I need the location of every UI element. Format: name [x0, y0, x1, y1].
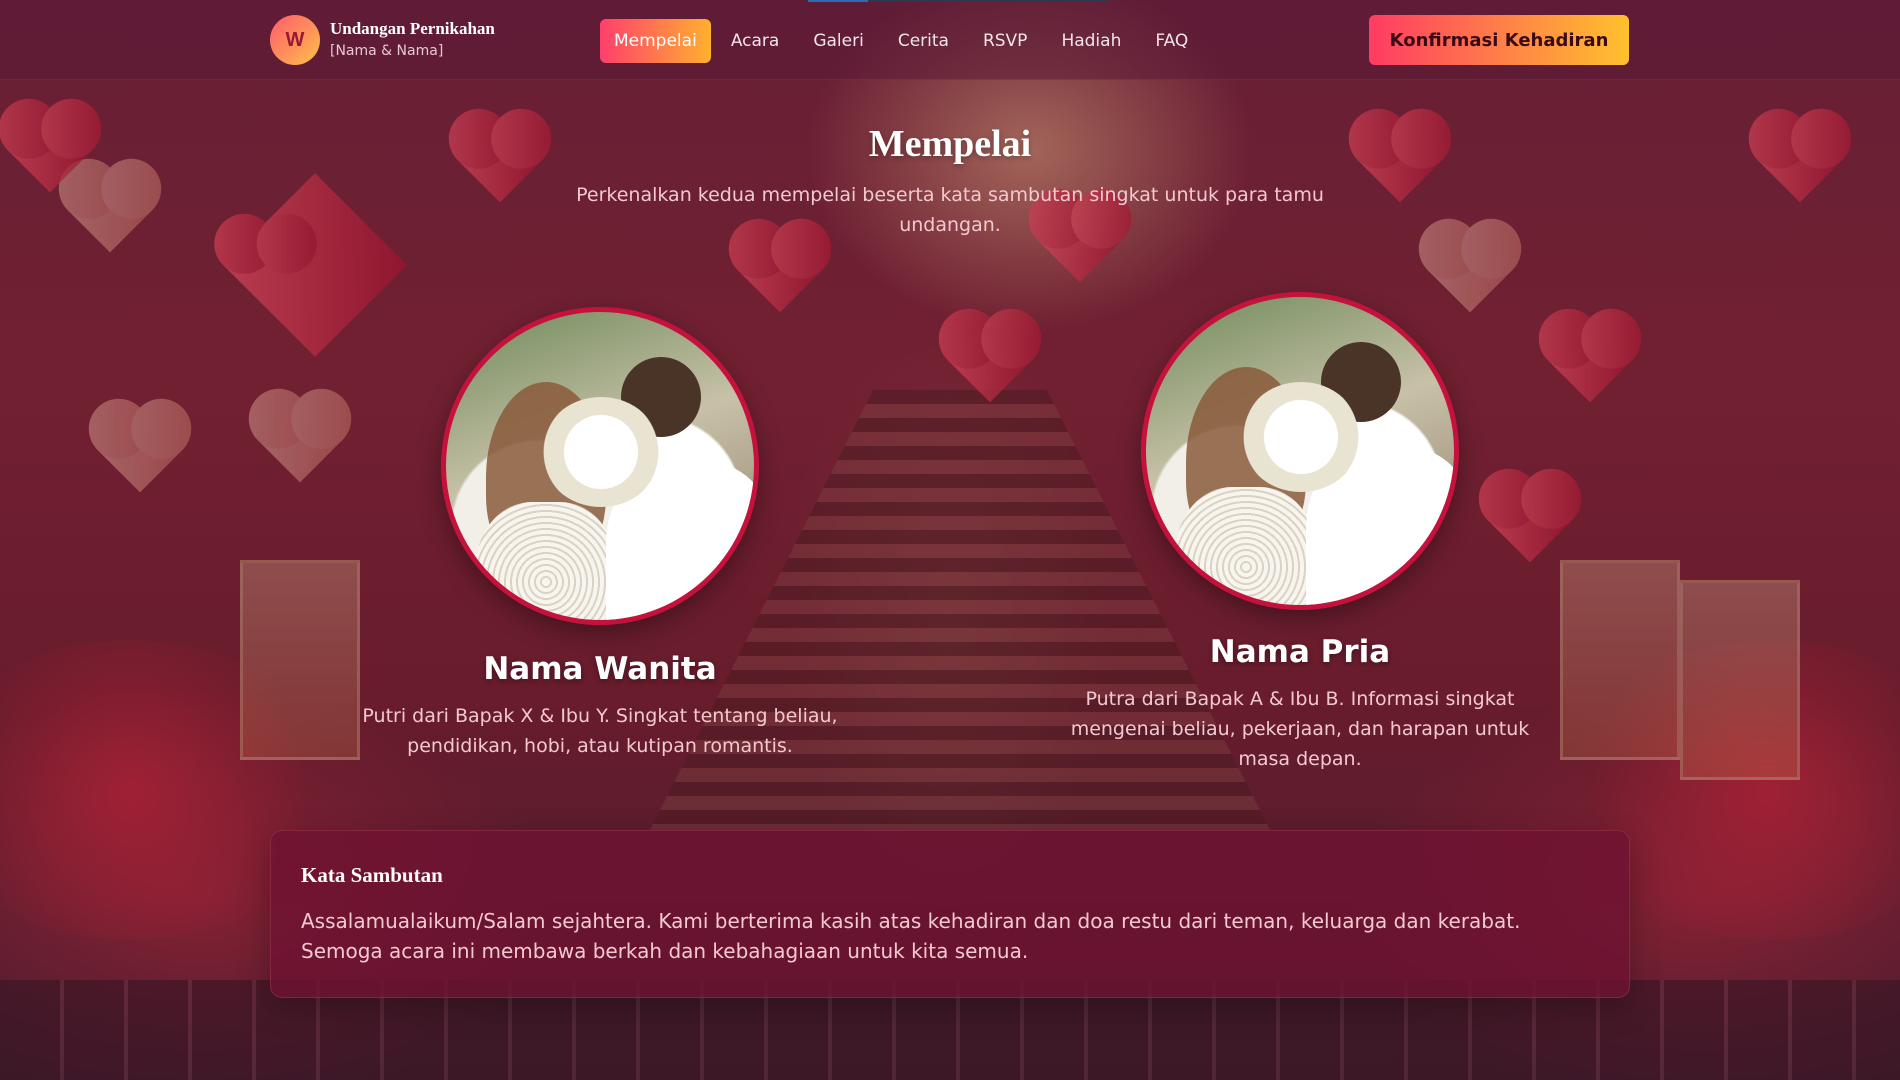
greeting-body: Assalamualaikum/Salam sejahtera. Kami be…	[301, 909, 1521, 963]
heart-balloon-decoration	[67, 167, 153, 253]
brand-logo-icon: W	[270, 15, 320, 65]
groom-profile: Nama Pria Putra dari Bapak A & Ibu B. In…	[1060, 292, 1540, 774]
greeting-card: Kata Sambutan Assalamualaikum/Salam seja…	[270, 830, 1630, 998]
lantern-decoration	[1680, 580, 1800, 780]
groom-name: Nama Pria	[1209, 634, 1391, 670]
brand[interactable]: W Undangan Pernikahan [Nama & Nama]	[270, 15, 495, 65]
greeting-title: Kata Sambutan	[301, 863, 443, 887]
bride-photo	[441, 307, 759, 625]
heart-balloon-decoration	[1547, 317, 1633, 403]
groom-photo	[1141, 292, 1459, 610]
bride-description: Putri dari Bapak X & Ibu Y. Singkat tent…	[362, 705, 838, 757]
bride-name: Nama Wanita	[483, 651, 717, 687]
scroll-progress-indicator	[808, 0, 1108, 2]
nav-item-mempelai[interactable]: Mempelai	[600, 19, 711, 63]
nav-item-faq[interactable]: FAQ	[1141, 19, 1202, 63]
heart-balloon-decoration	[257, 397, 343, 483]
heart-balloon-decoration	[97, 407, 183, 493]
heart-balloon-decoration	[947, 317, 1033, 403]
section-title: Mempelai	[868, 123, 1032, 165]
brand-title: Undangan Pernikahan	[330, 19, 495, 38]
brand-text: Undangan Pernikahan [Nama & Nama]	[330, 18, 495, 62]
heart-balloon-decoration	[737, 227, 823, 313]
nav-item-acara[interactable]: Acara	[717, 19, 794, 63]
groom-description: Putra dari Bapak A & Ibu B. Informasi si…	[1070, 688, 1530, 770]
nav-item-rsvp[interactable]: RSVP	[969, 19, 1041, 63]
nav-item-galeri[interactable]: Galeri	[799, 19, 878, 63]
brand-subtitle: [Nama & Nama]	[330, 43, 444, 59]
nav-item-cerita[interactable]: Cerita	[884, 19, 963, 63]
section-subtitle: Perkenalkan kedua mempelai beserta kata …	[576, 184, 1324, 236]
nav-item-hadiah[interactable]: Hadiah	[1047, 19, 1135, 63]
confirm-attendance-button[interactable]: Konfirmasi Kehadiran	[1369, 15, 1629, 65]
site-header: W Undangan Pernikahan [Nama & Nama] Memp…	[0, 0, 1900, 80]
bride-profile: Nama Wanita Putri dari Bapak X & Ibu Y. …	[360, 307, 840, 761]
lantern-decoration	[1560, 560, 1680, 760]
main-nav: Mempelai Acara Galeri Cerita RSVP Hadiah…	[600, 19, 1202, 63]
lantern-decoration	[240, 560, 360, 760]
